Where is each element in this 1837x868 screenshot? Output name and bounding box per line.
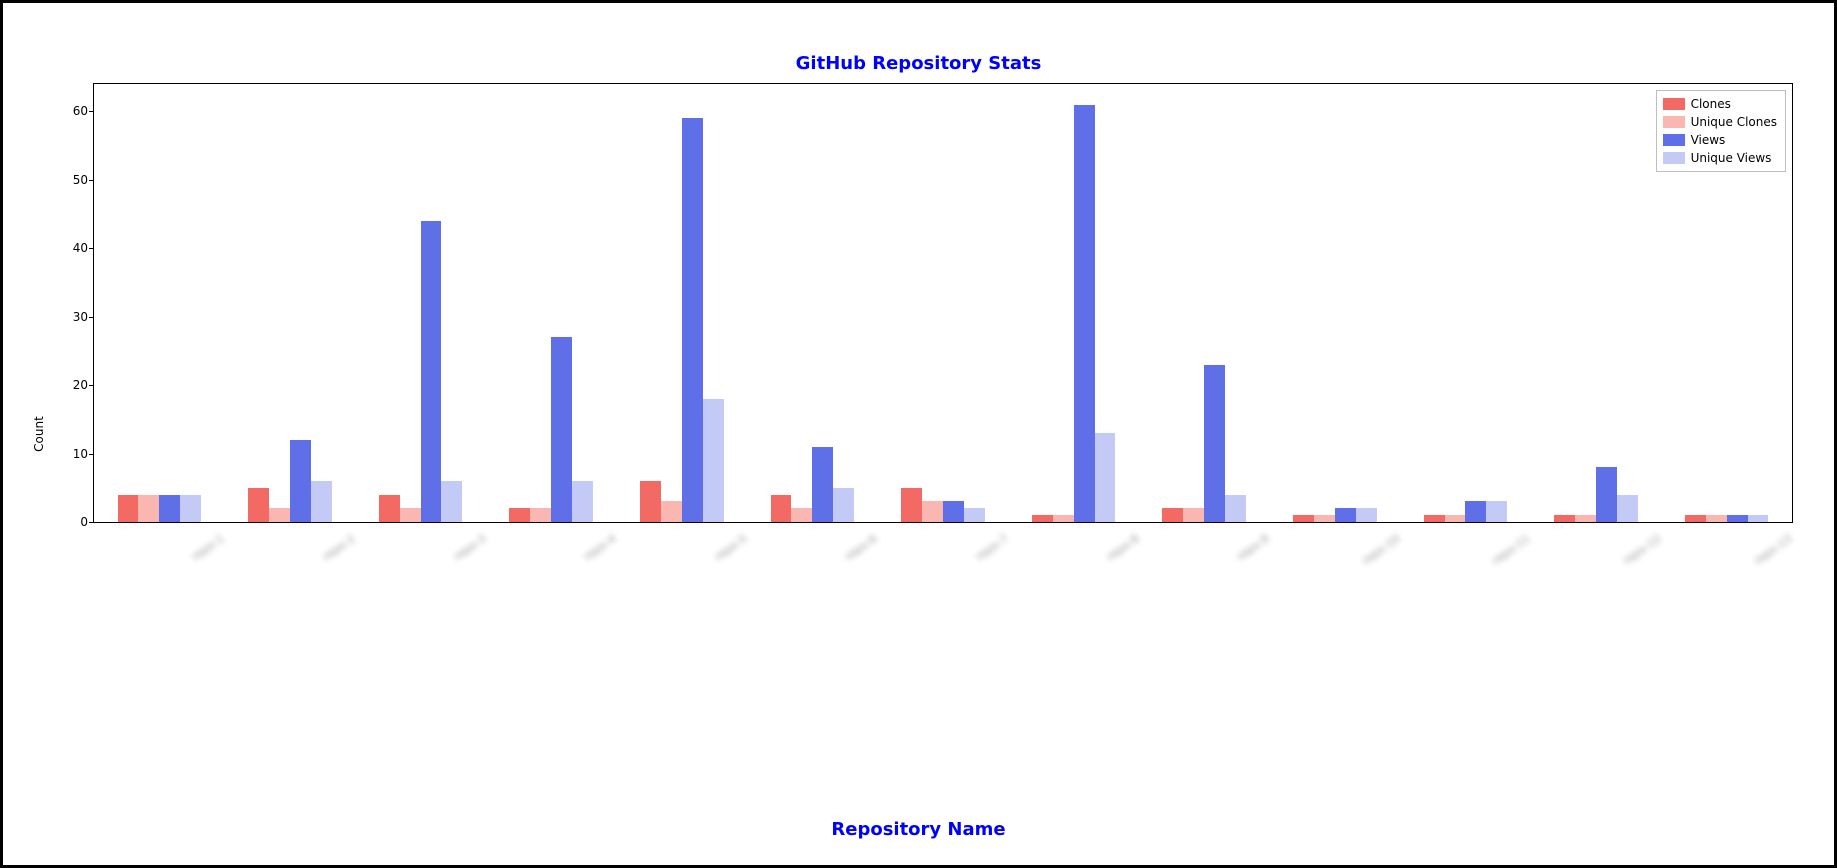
bar xyxy=(1685,515,1706,522)
bar xyxy=(703,399,724,522)
legend-label: Unique Clones xyxy=(1691,115,1777,129)
plot-area: ClonesUnique ClonesViewsUnique Views 010… xyxy=(93,83,1793,523)
bar xyxy=(159,495,180,522)
x-tick-label: repo-12 xyxy=(1558,532,1664,611)
bar xyxy=(1706,515,1727,522)
bar xyxy=(530,508,551,522)
bar xyxy=(290,440,311,522)
bar xyxy=(1445,515,1466,522)
bar xyxy=(311,481,332,522)
bar xyxy=(812,447,833,522)
bar xyxy=(572,481,593,522)
bar xyxy=(1748,515,1769,522)
bar xyxy=(901,488,922,522)
bar xyxy=(248,488,269,522)
x-tick-label: repo-2 xyxy=(252,532,358,611)
bar xyxy=(1204,365,1225,522)
bar xyxy=(421,221,442,522)
bar xyxy=(441,481,462,522)
bar xyxy=(1465,501,1486,522)
bar xyxy=(943,501,964,522)
chart-title: GitHub Repository Stats xyxy=(3,53,1834,74)
y-tick: 30 xyxy=(54,310,88,324)
legend-label: Views xyxy=(1691,133,1726,147)
y-axis-label: Count xyxy=(32,416,46,452)
bar xyxy=(379,495,400,522)
legend: Clones Unique Clones Views Unique Views xyxy=(1656,90,1786,172)
x-tick-label: repo-9 xyxy=(1166,532,1272,611)
bar xyxy=(1596,467,1617,522)
bar xyxy=(1225,495,1246,522)
x-tick-label: repo-7 xyxy=(905,532,1011,611)
legend-swatch xyxy=(1663,116,1685,128)
legend-label: Unique Views xyxy=(1691,151,1772,165)
legend-item: Views xyxy=(1663,131,1777,149)
y-tick: 40 xyxy=(54,241,88,255)
bar xyxy=(400,508,421,522)
y-tick: 10 xyxy=(54,447,88,461)
legend-swatch xyxy=(1663,152,1685,164)
bar xyxy=(551,337,572,522)
legend-item: Unique Clones xyxy=(1663,113,1777,131)
x-tick-label: repo-3 xyxy=(382,532,488,611)
y-tick: 50 xyxy=(54,173,88,187)
bar xyxy=(1095,433,1116,522)
x-tick-label: repo-10 xyxy=(1297,532,1403,611)
bar xyxy=(1335,508,1356,522)
x-tick-label: repo-5 xyxy=(643,532,749,611)
x-axis-label: Repository Name xyxy=(3,819,1834,840)
bar xyxy=(771,495,792,522)
bar xyxy=(1727,515,1748,522)
bar xyxy=(1486,501,1507,522)
bar xyxy=(1575,515,1596,522)
bar xyxy=(118,495,139,522)
x-tick-label: repo-1 xyxy=(121,532,227,611)
y-tick: 0 xyxy=(54,515,88,529)
legend-label: Clones xyxy=(1691,97,1731,111)
y-tick: 20 xyxy=(54,378,88,392)
bar xyxy=(1293,515,1314,522)
bar xyxy=(269,508,290,522)
x-tick-label: repo-8 xyxy=(1035,532,1141,611)
bar xyxy=(1053,515,1074,522)
chart-frame: GitHub Repository Stats Count Repository… xyxy=(0,0,1837,868)
bar xyxy=(1032,515,1053,522)
bar xyxy=(509,508,530,522)
y-tick: 60 xyxy=(54,104,88,118)
bar xyxy=(1074,105,1095,522)
bar xyxy=(180,495,201,522)
legend-item: Unique Views xyxy=(1663,149,1777,167)
x-tick-label: repo-4 xyxy=(513,532,619,611)
bar xyxy=(1162,508,1183,522)
bar xyxy=(1554,515,1575,522)
bar xyxy=(791,508,812,522)
bar xyxy=(1356,508,1377,522)
bar xyxy=(661,501,682,522)
bar xyxy=(1183,508,1204,522)
bar xyxy=(1424,515,1445,522)
legend-swatch xyxy=(1663,98,1685,110)
bar xyxy=(1314,515,1335,522)
bar xyxy=(138,495,159,522)
bar xyxy=(1617,495,1638,522)
x-tick-label: repo-11 xyxy=(1427,532,1533,611)
bar xyxy=(833,488,854,522)
bar xyxy=(682,118,703,522)
x-tick-label: repo-13 xyxy=(1688,532,1794,611)
bar xyxy=(964,508,985,522)
bar xyxy=(922,501,943,522)
bar xyxy=(640,481,661,522)
legend-swatch xyxy=(1663,134,1685,146)
legend-item: Clones xyxy=(1663,95,1777,113)
x-tick-label: repo-6 xyxy=(774,532,880,611)
